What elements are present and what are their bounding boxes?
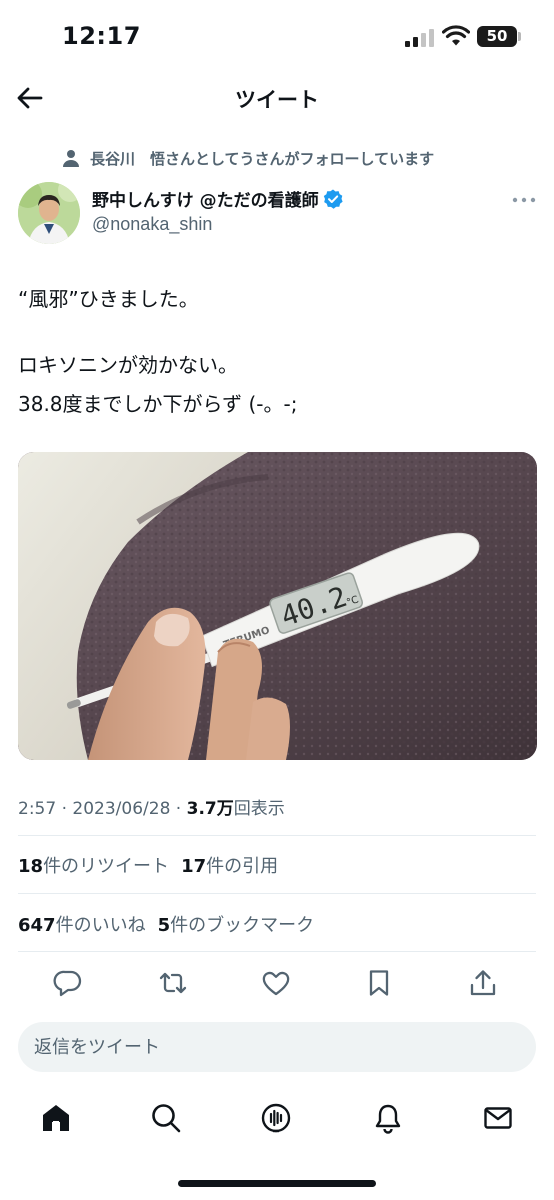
social-context[interactable]: 長谷川 悟さんとしてうさんがフォローしています (62, 146, 434, 170)
likes-stat[interactable]: 647件のいいね (18, 915, 146, 936)
stats-row-retweets: 18件のリツイート 17件の引用 (18, 852, 278, 878)
reply-box[interactable] (18, 1022, 536, 1072)
cellular-signal-icon (405, 29, 434, 47)
wifi-icon (442, 25, 470, 46)
person-icon (63, 150, 79, 167)
author-handle[interactable]: @nonaka_shin (92, 214, 212, 235)
page-title: ツイート (235, 88, 319, 112)
social-context-text: 長谷川 悟さんとしてうさんがフォローしています (90, 149, 435, 168)
retweets-stat[interactable]: 18件のリツイート (18, 856, 169, 877)
tweet-text-line: “風邪”ひきました。 (18, 287, 199, 311)
views-label: 回表示 (233, 799, 285, 819)
quotes-stat[interactable]: 17件の引用 (181, 856, 278, 877)
views-count[interactable]: 3.7万 (187, 799, 234, 819)
tweet-text-line: ロキソニンが効かない。 (18, 353, 238, 377)
home-indicator[interactable] (178, 1180, 376, 1187)
divider (18, 893, 536, 894)
retweet-icon[interactable] (158, 968, 188, 998)
search-icon[interactable] (150, 1102, 182, 1134)
battery-indicator: 50 (477, 26, 517, 47)
nav-header: ツイート (0, 72, 554, 124)
bookmarks-count: 5 (157, 915, 171, 936)
bookmarks-stat[interactable]: 5件のブックマーク (158, 915, 315, 936)
tweet-time: 2:57 (18, 799, 57, 819)
retweets-label: 件のリツイート (43, 856, 170, 877)
meta-separator: · (56, 799, 73, 819)
divider (18, 951, 536, 952)
author-name[interactable]: 野中しんすけ @ただの看護師 (92, 186, 343, 211)
tweet-photo[interactable]: 40.2 °C TERUMO (18, 452, 537, 760)
tweet-text-line: 38.8度までしか下がらず (-。-; (18, 392, 298, 416)
divider (18, 835, 536, 836)
avatar-image (18, 182, 80, 244)
spaces-icon[interactable] (260, 1102, 292, 1134)
mail-icon[interactable] (482, 1102, 514, 1134)
bookmarks-label: 件のブックマーク (170, 915, 315, 936)
reply-input[interactable] (34, 1022, 514, 1072)
more-dots-icon[interactable] (511, 193, 537, 207)
status-time: 12:17 (62, 22, 141, 50)
verified-badge-icon (323, 189, 343, 209)
tweet-meta: 2:57 · 2023/06/28 · 3.7万回表示 (18, 794, 285, 819)
retweets-count: 18 (18, 856, 44, 877)
meta-separator: · (170, 799, 187, 819)
reply-icon[interactable] (53, 968, 83, 998)
likes-label: 件のいいね (55, 915, 146, 936)
likes-count: 647 (18, 915, 56, 936)
avatar[interactable] (18, 182, 80, 244)
status-bar: 12:17 50 (0, 0, 554, 72)
home-icon[interactable] (40, 1102, 72, 1134)
heart-icon[interactable] (261, 968, 291, 998)
share-icon[interactable] (468, 968, 498, 998)
bell-icon[interactable] (372, 1102, 404, 1134)
bookmark-icon[interactable] (364, 968, 394, 998)
battery-tip (518, 32, 521, 41)
author-name-text: 野中しんすけ @ただの看護師 (92, 191, 319, 211)
thermometer-photo: 40.2 °C TERUMO (18, 452, 537, 760)
battery-percent: 50 (486, 27, 508, 45)
quotes-count: 17 (181, 856, 207, 877)
stats-row-likes: 647件のいいね 5件のブックマーク (18, 911, 314, 937)
tweet-date: 2023/06/28 (72, 799, 171, 819)
quotes-label: 件の引用 (206, 856, 279, 877)
